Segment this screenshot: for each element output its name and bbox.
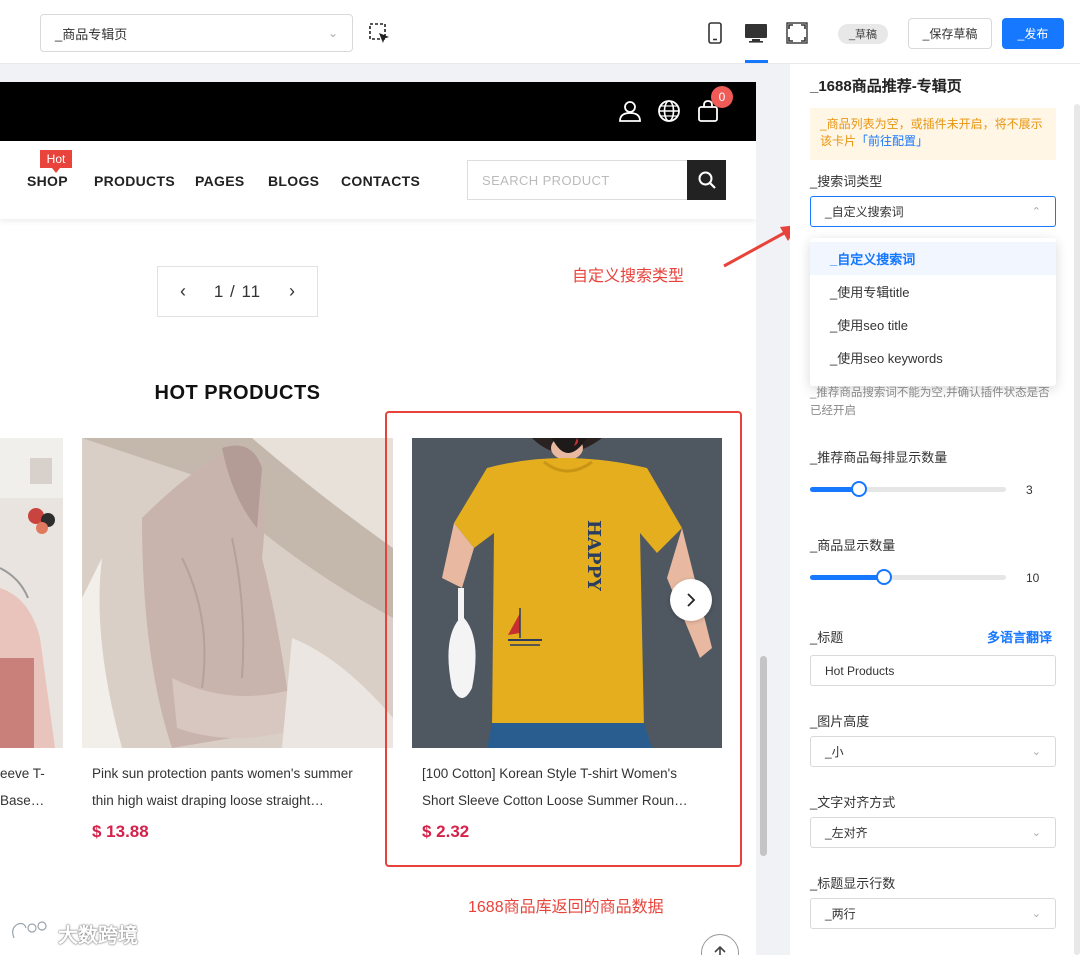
warning-text: _商品列表为空，或插件未开启，将不展示该卡片: [820, 117, 1043, 148]
cart-count-badge: 0: [711, 86, 733, 108]
dropdown-option[interactable]: _使用seo title: [810, 308, 1056, 341]
scroll-to-top-button[interactable]: [701, 934, 739, 955]
product-image[interactable]: [0, 438, 63, 748]
watermark: 大数跨境: [8, 918, 138, 948]
dropdown-option[interactable]: _使用seo keywords: [810, 341, 1056, 374]
top-toolbar: _商品专辑页 ⌄ _草稿 _保存草稿 _发布: [0, 0, 1080, 64]
annotation-product-data: 1688商品库返回的商品数据: [468, 899, 664, 916]
store-nav-bar: SHOP PRODUCTS PAGES BLOGS CONTACTS SEARC…: [0, 141, 756, 219]
page-template-value: _商品专辑页: [55, 26, 128, 42]
slider-fill: [810, 575, 884, 580]
hot-tag: Hot: [40, 150, 72, 173]
image-height-value: _小: [825, 745, 844, 759]
search-type-label: _搜索词类型: [810, 174, 883, 189]
count-label: _商品显示数量: [810, 538, 896, 553]
text-align-label: _文字对齐方式: [810, 795, 896, 810]
pager-counter: 1 / 11: [213, 281, 262, 301]
section-title: HOT PRODUCTS: [154, 382, 321, 404]
slider-knob[interactable]: [851, 481, 867, 497]
product-title-line: thin high waist draping loose straight…: [92, 793, 324, 808]
fullscreen-icon[interactable]: [784, 20, 810, 46]
search-type-select[interactable]: _自定义搜索词 ⌃: [810, 196, 1056, 227]
product-price: $ 13.88: [92, 822, 149, 841]
chevron-down-icon: ⌄: [1031, 746, 1041, 758]
product-title-line: eeve T-: [0, 766, 45, 781]
panel-scrollbar[interactable]: [1074, 104, 1080, 955]
search-icon: [698, 171, 716, 189]
dropdown-option[interactable]: _自定义搜索词: [810, 242, 1056, 275]
active-device-indicator: [745, 60, 768, 63]
translate-link[interactable]: 多语言翻译: [987, 627, 1052, 646]
text-align-value: _左对齐: [825, 826, 868, 840]
chevron-up-icon: ⌃: [1031, 206, 1041, 218]
globe-icon[interactable]: [656, 98, 682, 124]
text-align-select[interactable]: _左对齐 ⌄: [810, 817, 1056, 848]
page-template-select[interactable]: _商品专辑页 ⌄: [40, 14, 353, 52]
publish-button[interactable]: _发布: [1002, 18, 1064, 49]
per-row-value: 3: [1026, 483, 1033, 497]
store-preview: 0 SHOP PRODUCTS PAGES BLOGS CONTACTS SEA…: [0, 82, 756, 955]
desktop-view-icon[interactable]: [743, 20, 769, 46]
preview-scrollbar[interactable]: [760, 656, 767, 856]
pager-prev-button[interactable]: ‹: [180, 281, 186, 302]
image-height-select[interactable]: _小 ⌄: [810, 736, 1056, 767]
product-title-line: Base…: [0, 793, 45, 808]
chevron-down-icon: ⌄: [1031, 908, 1041, 920]
editor-root: _商品专辑页 ⌄ _草稿 _保存草稿 _发布 0 SHOP PRODUCTS P…: [0, 0, 1080, 955]
nav-pages[interactable]: PAGES: [195, 173, 244, 189]
search-type-dropdown: _自定义搜索词 _使用专辑title _使用seo title _使用seo k…: [810, 238, 1056, 386]
title-lines-select[interactable]: _两行 ⌄: [810, 898, 1056, 929]
select-element-icon[interactable]: [368, 22, 392, 46]
annotation-search-type: 自定义搜索类型: [572, 268, 685, 285]
product-title-line: Pink sun protection pants women's summer: [92, 766, 353, 781]
watermark-text: 大数跨境: [58, 924, 138, 947]
chevron-down-icon: ⌄: [327, 26, 338, 40]
settings-panel: _1688商品推荐-专辑页 _商品列表为空，或插件未开启，将不展示该卡片「前往配…: [790, 64, 1080, 955]
configure-link[interactable]: 「前往配置」: [856, 134, 928, 148]
per-row-label: _推荐商品每排显示数量: [810, 450, 948, 465]
nav-products[interactable]: PRODUCTS: [94, 173, 175, 189]
search-button[interactable]: [687, 160, 726, 200]
title-lines-label: _标题显示行数: [810, 876, 896, 891]
nav-shop[interactable]: SHOP: [27, 173, 68, 189]
slide-pager: ‹ 1 / 11 ›: [157, 266, 318, 317]
arrow-up-icon: [714, 945, 726, 955]
draft-status-badge: _草稿: [838, 24, 888, 44]
save-draft-button[interactable]: _保存草稿: [908, 18, 992, 49]
dropdown-option[interactable]: _使用专辑title: [810, 275, 1056, 308]
per-row-slider[interactable]: [810, 481, 1006, 497]
chevron-down-icon: ⌄: [1031, 827, 1041, 839]
pager-next-button[interactable]: ›: [289, 281, 295, 302]
title-lines-value: _两行: [825, 907, 856, 921]
user-icon[interactable]: [617, 98, 643, 124]
watermark-logo-icon: [11, 921, 47, 939]
nav-contacts[interactable]: CONTACTS: [341, 173, 420, 189]
title-label: _标题: [810, 630, 844, 645]
nav-blogs[interactable]: BLOGS: [268, 173, 319, 189]
store-top-bar: 0: [0, 82, 756, 141]
count-value: 10: [1026, 571, 1040, 585]
count-slider[interactable]: [810, 569, 1006, 585]
highlight-box: [385, 411, 742, 867]
search-type-value: _自定义搜索词: [825, 205, 904, 219]
slider-knob[interactable]: [875, 569, 892, 585]
image-height-label: _图片高度: [810, 714, 870, 729]
empty-list-warning: _商品列表为空，或插件未开启，将不展示该卡片「前往配置」: [810, 108, 1056, 160]
mobile-view-icon[interactable]: [702, 20, 728, 46]
title-input-value: Hot Products: [825, 663, 895, 678]
search-hint: _推荐商品搜索词不能为空,并确认插件状态是否已经开启: [810, 387, 1050, 417]
product-search-input[interactable]: SEARCH PRODUCT: [467, 160, 688, 200]
product-image[interactable]: [82, 438, 393, 748]
title-input[interactable]: Hot Products: [810, 655, 1056, 686]
panel-title: _1688商品推荐-专辑页: [810, 78, 962, 95]
